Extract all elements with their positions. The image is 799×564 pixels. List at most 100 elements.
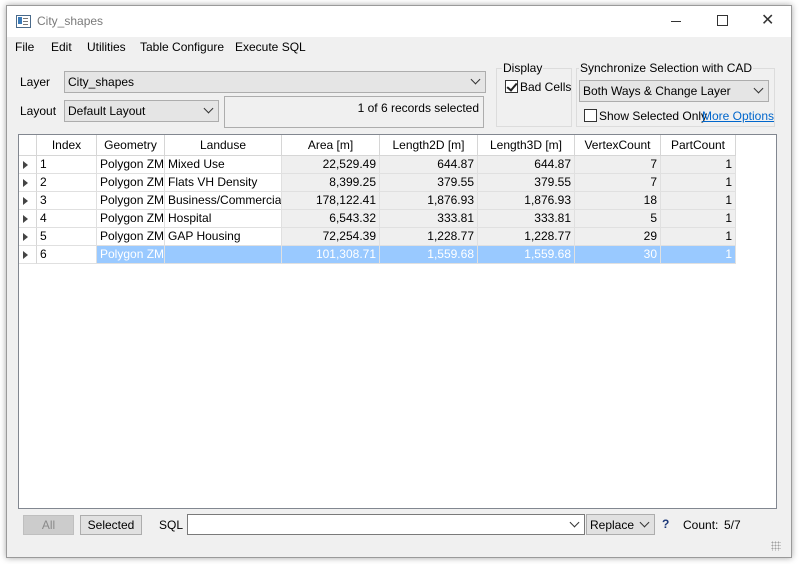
sql-label: SQL <box>159 518 184 532</box>
menu-table-configure[interactable]: Table Configure <box>140 40 224 54</box>
question-mark-icon[interactable]: ? <box>662 517 669 531</box>
triangle-right-icon <box>23 161 28 169</box>
cell-landuse[interactable]: Business/Commercial <box>165 192 282 210</box>
cell-area[interactable]: 6,543.32 <box>282 210 380 228</box>
cell-vertexcount[interactable]: 18 <box>575 192 661 210</box>
layout-label: Layout <box>20 104 57 118</box>
header-partcount[interactable]: PartCount <box>661 135 736 156</box>
cell-index[interactable]: 5 <box>37 228 97 246</box>
cell-vertexcount[interactable]: 7 <box>575 174 661 192</box>
cell-area[interactable]: 8,399.25 <box>282 174 380 192</box>
cell-area[interactable]: 101,308.71 <box>282 246 380 264</box>
replace-dropdown[interactable]: Replace <box>586 514 655 535</box>
cell-row-indicator[interactable] <box>19 228 37 246</box>
layout-dropdown[interactable]: Default Layout <box>64 100 219 122</box>
cell-geometry[interactable]: Polygon ZM <box>97 246 165 264</box>
cell-vertexcount[interactable]: 30 <box>575 246 661 264</box>
table-row[interactable]: 5 Polygon ZM GAP Housing 72,254.39 1,228.77 1… <box>19 228 736 246</box>
cell-length2d[interactable]: 379.55 <box>380 174 478 192</box>
all-button[interactable]: All <box>23 515 74 535</box>
cell-landuse[interactable]: Hospital <box>165 210 282 228</box>
header-length2d[interactable]: Length2D [m] <box>380 135 478 156</box>
menu-bar: File Edit Utilities Table Configure Exec… <box>7 37 791 57</box>
header-geometry[interactable]: Geometry <box>97 135 165 156</box>
header-landuse[interactable]: Landuse <box>165 135 282 156</box>
attribute-table[interactable]: Index Geometry Landuse Area [m] Length2D… <box>18 134 777 509</box>
layer-dropdown[interactable]: City_shapes <box>64 71 486 93</box>
cell-index[interactable]: 1 <box>37 156 97 174</box>
sql-input[interactable] <box>187 514 585 535</box>
cell-vertexcount[interactable]: 7 <box>575 156 661 174</box>
cell-index[interactable]: 4 <box>37 210 97 228</box>
cell-partcount[interactable]: 1 <box>661 192 736 210</box>
close-button[interactable]: ✕ <box>745 6 791 37</box>
cell-length2d[interactable]: 644.87 <box>380 156 478 174</box>
cell-area[interactable]: 22,529.49 <box>282 156 380 174</box>
table-header: Index Geometry Landuse Area [m] Length2D… <box>19 135 736 156</box>
sync-mode-dropdown[interactable]: Both Ways & Change Layer <box>579 80 769 102</box>
cell-area[interactable]: 178,122.41 <box>282 192 380 210</box>
cell-geometry[interactable]: Polygon ZM <box>97 156 165 174</box>
menu-utilities[interactable]: Utilities <box>87 40 126 54</box>
cell-geometry[interactable]: Polygon ZM <box>97 192 165 210</box>
chevron-down-icon <box>639 517 650 528</box>
cell-vertexcount[interactable]: 29 <box>575 228 661 246</box>
header-area[interactable]: Area [m] <box>282 135 380 156</box>
table-row[interactable]: 1 Polygon ZM Mixed Use 22,529.49 644.87 644.8… <box>19 156 736 174</box>
bad-cells-checkbox[interactable] <box>505 80 518 93</box>
cell-length3d[interactable]: 644.87 <box>478 156 575 174</box>
cell-index[interactable]: 3 <box>37 192 97 210</box>
cell-length2d[interactable]: 1,876.93 <box>380 192 478 210</box>
cell-row-indicator[interactable] <box>19 246 37 264</box>
cell-length3d[interactable]: 333.81 <box>478 210 575 228</box>
minimize-button[interactable] <box>653 6 699 37</box>
cell-partcount[interactable]: 1 <box>661 156 736 174</box>
table-window-icon <box>16 15 31 28</box>
header-index[interactable]: Index <box>37 135 97 156</box>
more-options-link[interactable]: More Options <box>702 109 774 123</box>
cell-partcount[interactable]: 1 <box>661 228 736 246</box>
cell-area[interactable]: 72,254.39 <box>282 228 380 246</box>
header-length3d[interactable]: Length3D [m] <box>478 135 575 156</box>
cell-index[interactable]: 6 <box>37 246 97 264</box>
resize-grip[interactable] <box>771 541 781 551</box>
cell-row-indicator[interactable] <box>19 192 37 210</box>
show-selected-only-checkbox[interactable] <box>584 109 597 122</box>
cell-partcount[interactable]: 1 <box>661 210 736 228</box>
selection-status-text: 1 of 6 records selected <box>357 101 479 115</box>
cell-row-indicator[interactable] <box>19 210 37 228</box>
cell-partcount[interactable]: 1 <box>661 174 736 192</box>
cell-index[interactable]: 2 <box>37 174 97 192</box>
cell-geometry[interactable]: Polygon ZM <box>97 210 165 228</box>
cell-geometry[interactable]: Polygon ZM <box>97 228 165 246</box>
cell-length3d[interactable]: 1,876.93 <box>478 192 575 210</box>
cell-landuse[interactable] <box>165 246 282 264</box>
header-vertexcount[interactable]: VertexCount <box>575 135 661 156</box>
table-row[interactable]: 4 Polygon ZM Hospital 6,543.32 333.81 333.81 5… <box>19 210 736 228</box>
title-bar[interactable]: City_shapes ✕ <box>7 6 791 37</box>
cell-partcount[interactable]: 1 <box>661 246 736 264</box>
cell-length3d[interactable]: 1,559.68 <box>478 246 575 264</box>
maximize-button[interactable] <box>699 6 745 37</box>
menu-file[interactable]: File <box>15 40 34 54</box>
table-row[interactable]: 6 Polygon ZM 101,308.71 1,559.68 1,559.68 30 1 <box>19 246 736 264</box>
menu-execute-sql[interactable]: Execute SQL <box>235 40 306 54</box>
cell-row-indicator[interactable] <box>19 174 37 192</box>
selected-button[interactable]: Selected <box>80 515 142 535</box>
cell-landuse[interactable]: Flats VH Density <box>165 174 282 192</box>
cell-landuse[interactable]: GAP Housing <box>165 228 282 246</box>
menu-edit[interactable]: Edit <box>51 40 72 54</box>
cell-length3d[interactable]: 1,228.77 <box>478 228 575 246</box>
cell-length2d[interactable]: 1,559.68 <box>380 246 478 264</box>
cell-geometry[interactable]: Polygon ZM <box>97 174 165 192</box>
table-row[interactable]: 2 Polygon ZM Flats VH Density 8,399.25 379.5… <box>19 174 736 192</box>
cell-landuse[interactable]: Mixed Use <box>165 156 282 174</box>
cell-length2d[interactable]: 333.81 <box>380 210 478 228</box>
table-row[interactable]: 3 Polygon ZM Business/Commercial 178,122.41… <box>19 192 736 210</box>
cell-vertexcount[interactable]: 5 <box>575 210 661 228</box>
cell-length3d[interactable]: 379.55 <box>478 174 575 192</box>
cell-row-indicator[interactable] <box>19 156 37 174</box>
cell-length2d[interactable]: 1,228.77 <box>380 228 478 246</box>
count-value: 5/7 <box>724 518 741 532</box>
chevron-down-icon[interactable] <box>569 517 580 528</box>
